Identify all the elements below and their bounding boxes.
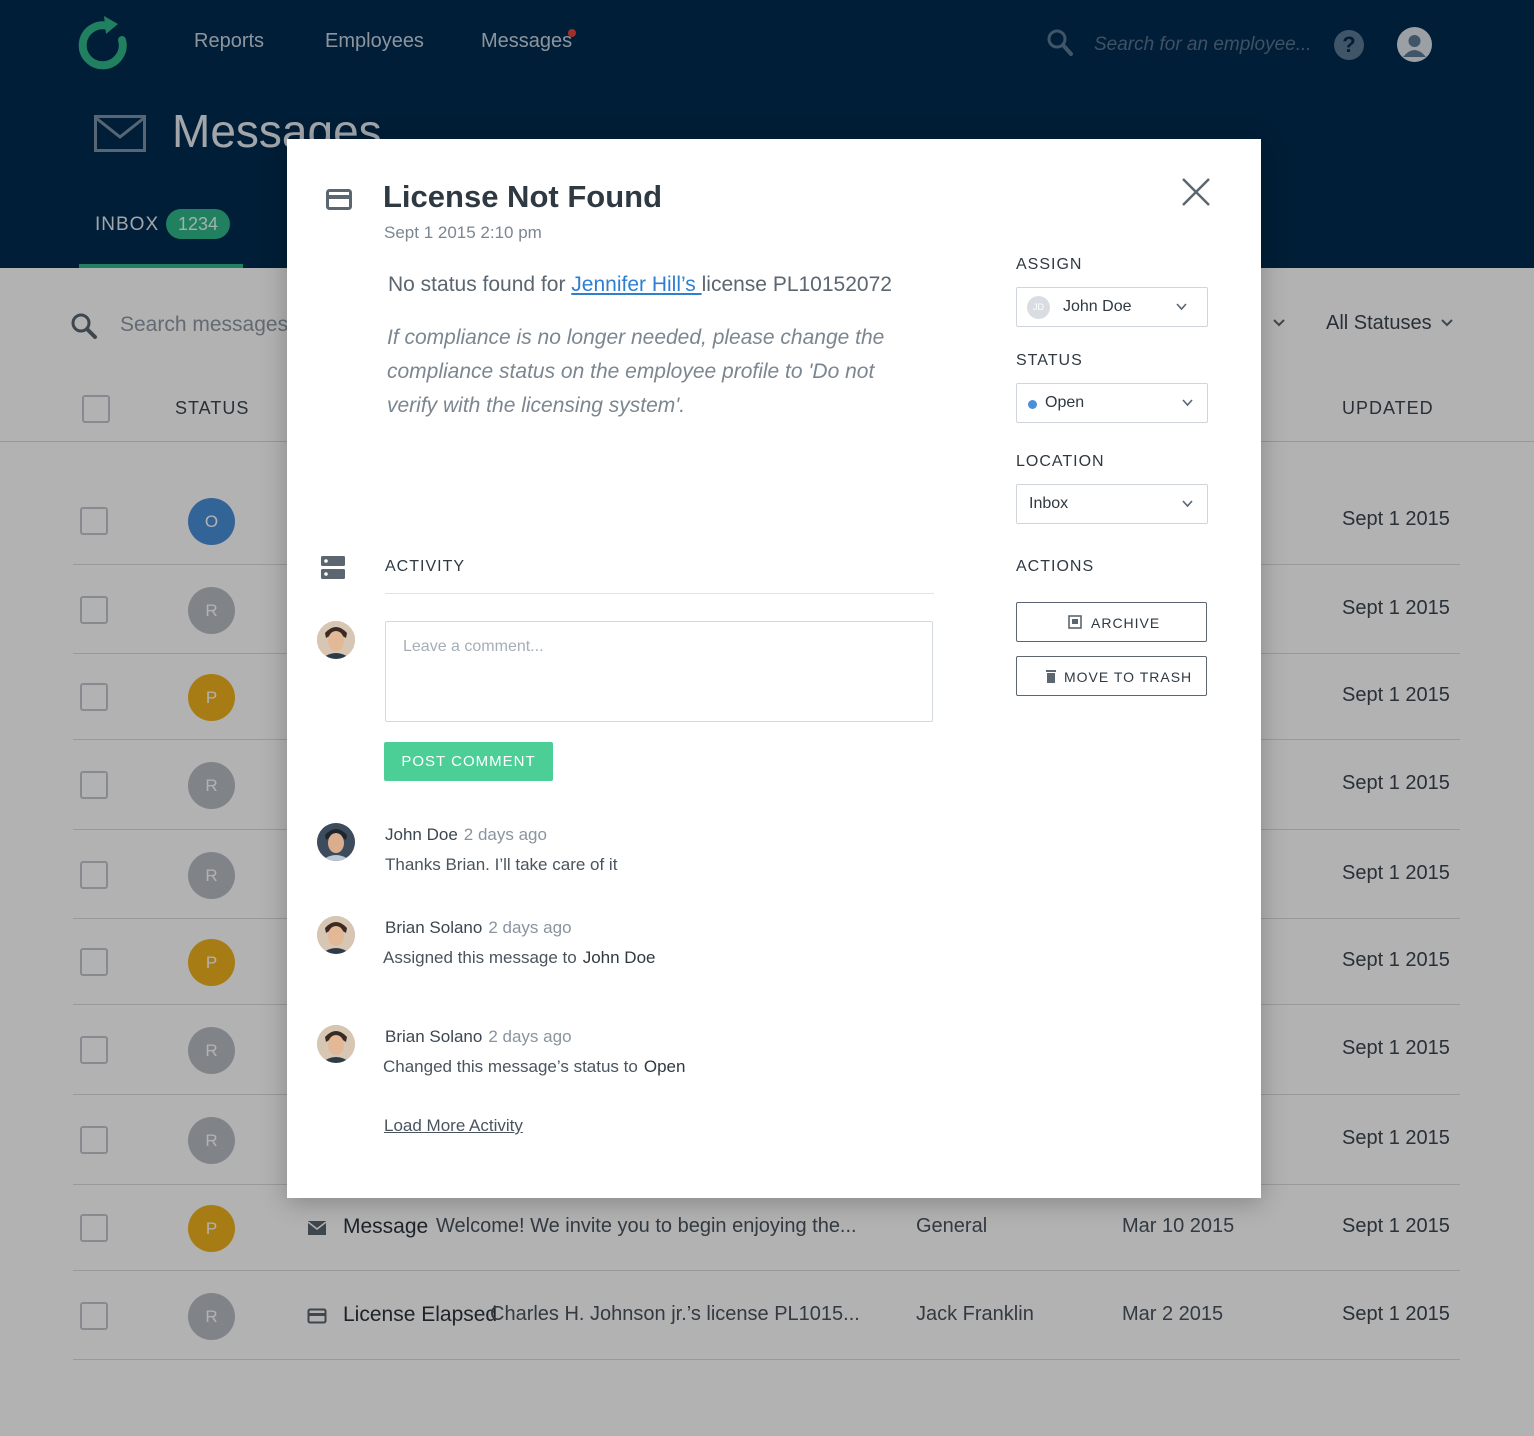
feed-text: Changed this message’s status to Open [383, 1057, 685, 1077]
feed-text-body: Assigned this message to [383, 948, 577, 967]
feed-time: 2 days ago [463, 825, 547, 844]
chevron-down-icon [1182, 500, 1193, 508]
assign-value: John Doe [1063, 298, 1132, 315]
modal-title: License Not Found [383, 179, 662, 214]
comment-input[interactable]: Leave a comment... [385, 621, 933, 722]
card-icon [326, 189, 352, 210]
avatar [317, 621, 355, 659]
message-detail-modal: License Not Found Sept 1 2015 2:10 pm No… [287, 139, 1261, 1198]
compliance-note: If compliance is no longer needed, pleas… [387, 326, 885, 417]
activity-icon [321, 556, 345, 579]
feed-text-target: John Doe [582, 948, 656, 967]
message-body-license: license PL10152072 [701, 273, 892, 296]
feed-text: Assigned this message to John Doe [383, 948, 656, 968]
trash-icon [1046, 670, 1056, 683]
feed-text-body: Changed this message’s status to [383, 1057, 638, 1076]
employee-link[interactable]: Jennifer Hill’s [571, 273, 701, 296]
feed-author: Brian Solano 2 days ago [385, 918, 572, 938]
post-comment-button[interactable]: POST COMMENT [384, 742, 553, 781]
location-value: Inbox [1029, 495, 1069, 512]
archive-icon [1068, 615, 1082, 629]
move-to-trash-label: MOVE TO TRASH [1064, 669, 1193, 685]
archive-button[interactable]: ARCHIVE [1016, 602, 1207, 642]
status-select[interactable]: Open [1016, 383, 1208, 423]
feed-text: Thanks Brian. I’ll take care of it [385, 855, 618, 874]
assignee-avatar: JD [1027, 296, 1050, 319]
message-body: No status found for Jennifer Hill’s lice… [388, 273, 892, 297]
feed-time: 2 days ago [488, 1027, 572, 1046]
feed-author-name[interactable]: John Doe [385, 825, 458, 844]
divider [385, 593, 934, 594]
actions-label: ACTIONS [1016, 558, 1095, 575]
feed-author-name[interactable]: Brian Solano [385, 1027, 482, 1046]
chevron-down-icon [1182, 399, 1193, 407]
feed-text-target: Open [643, 1057, 686, 1076]
status-value: Open [1045, 394, 1085, 411]
avatar [317, 1025, 355, 1063]
location-label: LOCATION [1016, 453, 1105, 470]
feed-time: 2 days ago [488, 918, 572, 937]
feed-author: John Doe 2 days ago [385, 825, 547, 845]
archive-label: ARCHIVE [1091, 615, 1161, 631]
avatar [317, 823, 355, 861]
status-label: STATUS [1016, 352, 1083, 369]
location-select[interactable]: Inbox [1016, 484, 1208, 524]
load-more-activity-link[interactable]: Load More Activity [384, 1116, 523, 1136]
assign-select[interactable]: JD John Doe [1016, 287, 1208, 327]
status-dot [1028, 400, 1037, 409]
chevron-down-icon [1176, 303, 1187, 311]
activity-heading: ACTIVITY [385, 558, 466, 575]
feed-author: Brian Solano 2 days ago [385, 1027, 572, 1047]
modal-date: Sept 1 2015 2:10 pm [384, 223, 542, 242]
feed-author-name[interactable]: Brian Solano [385, 918, 482, 937]
close-icon[interactable] [1180, 176, 1212, 208]
message-body-text: No status found for [388, 273, 572, 296]
assign-label: ASSIGN [1016, 256, 1083, 273]
move-to-trash-button[interactable]: MOVE TO TRASH [1016, 656, 1207, 696]
avatar [317, 916, 355, 954]
